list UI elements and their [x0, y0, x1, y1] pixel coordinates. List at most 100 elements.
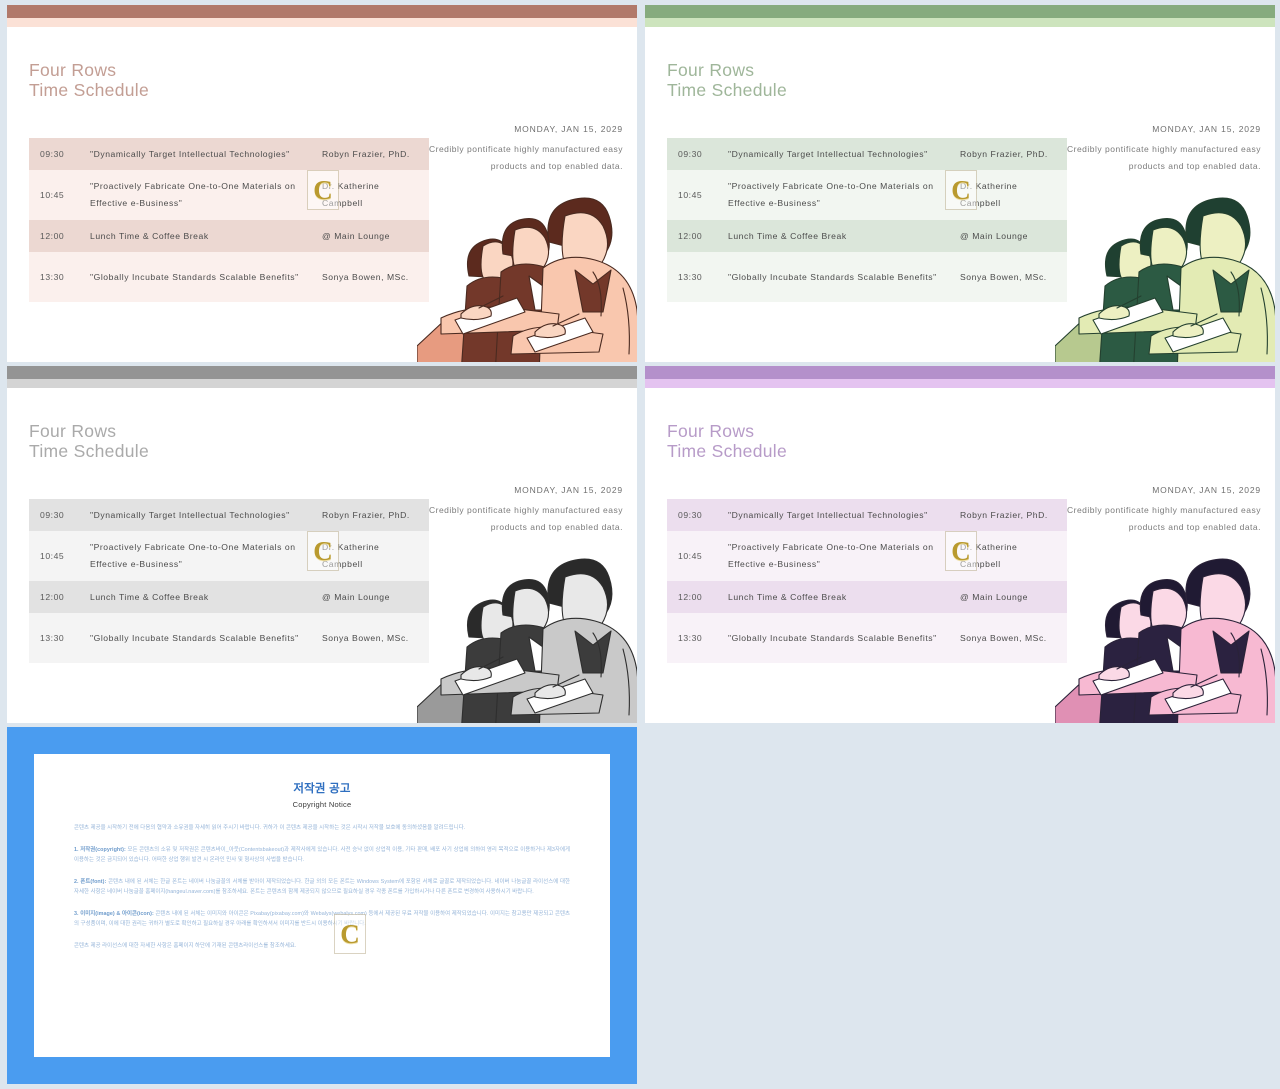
schedule-cell-who: Sonya Bowen, MSc. — [960, 632, 1047, 643]
schedule-cell-topic: Lunch Time & Coffee Break — [728, 591, 847, 602]
schedule-cell-topic: "Proactively Fabricate One-to-One Materi… — [90, 181, 296, 208]
schedule-row: 10:45 "Proactively Fabricate One-to-One M… — [667, 170, 1067, 220]
schedule-cell-time: 12:00 — [40, 591, 65, 602]
slide-thumbnail-copyright[interactable]: 저작권 공고 Copyright Notice 콘텐츠 제공을 시작하기 전에 … — [7, 727, 637, 1084]
schedule-row: 09:30 "Dynamically Target Intellectual Te… — [667, 138, 1067, 170]
schedule-cell-who: Dr. Katherine Campbell — [322, 181, 380, 208]
schedule-cell-topic: "Globally Incubate Standards Scalable Be… — [728, 632, 937, 643]
slide-thumbnail-gray[interactable]: Four Rows Time Schedule 09:30 "Dynamicall… — [7, 366, 637, 723]
copyright-footer: 콘텐츠 제공 라이선스에 대한 자세한 사항은 홈페이지 하단에 기재된 콘텐츠… — [74, 942, 297, 949]
copyright-section: 3. 이미지(image) & 아이콘(icon): 콘텐츠 내에 된 서체는 … — [74, 910, 570, 928]
schedule-meta: MONDAY, JAN 15, 2029 Credibly pontificat… — [1061, 482, 1261, 536]
slide-thumbnail-purple[interactable]: Four Rows Time Schedule 09:30 "Dynamicall… — [645, 366, 1275, 723]
schedule-cell-time: 10:45 — [40, 189, 65, 200]
schedule-cell-time: 13:30 — [678, 632, 703, 643]
schedule-row: 12:00 Lunch Time & Coffee Break @ Main Lou… — [667, 581, 1067, 613]
schedule-table: 09:30 "Dynamically Target Intellectual Te… — [29, 499, 429, 663]
schedule-cell-who: Robyn Frazier, PhD. — [960, 509, 1048, 520]
copyright-intro: 콘텐츠 제공을 시작하기 전에 다음의 협약과 소유권을 자세히 읽어 주시기 … — [74, 825, 466, 831]
schedule-cell-time: 12:00 — [40, 230, 65, 241]
schedule-meta: MONDAY, JAN 15, 2029 Credibly pontificat… — [423, 121, 623, 175]
slide-accent-bar-dark — [7, 366, 637, 379]
slide-thumbnail-green[interactable]: Four Rows Time Schedule 09:30 "Dynamicall… — [645, 5, 1275, 362]
schedule-cell-topic: "Dynamically Target Intellectual Technol… — [728, 509, 928, 520]
schedule-cell-time: 09:30 — [678, 509, 703, 520]
schedule-row: 09:30 "Dynamically Target Intellectual Te… — [667, 499, 1067, 531]
schedule-cell-time: 10:45 — [40, 550, 65, 561]
schedule-table: 09:30 "Dynamically Target Intellectual Te… — [667, 138, 1067, 302]
schedule-row: 09:30 "Dynamically Target Intellectual Te… — [29, 138, 429, 170]
schedule-cell-topic: "Proactively Fabricate One-to-One Materi… — [728, 181, 934, 208]
schedule-cell-time: 13:30 — [40, 632, 65, 643]
schedule-cell-who: @ Main Lounge — [322, 230, 390, 241]
slide-title: Four Rows Time Schedule — [29, 421, 149, 461]
copyright-heading-ko: 저작권 공고 — [293, 783, 351, 795]
schedule-row: 13:30 "Globally Incubate Standards Scalab… — [29, 252, 429, 302]
copyright-section-label: 1. 저작권(copyright): — [74, 846, 126, 853]
audience-illustration — [417, 529, 637, 723]
schedule-cell-who: @ Main Lounge — [960, 591, 1028, 602]
schedule-cell-topic: "Globally Incubate Standards Scalable Be… — [728, 271, 937, 282]
schedule-cell-who: Robyn Frazier, PhD. — [322, 509, 410, 520]
slide-accent-bar-dark — [645, 366, 1275, 379]
schedule-cell-who: Sonya Bowen, MSc. — [960, 271, 1047, 282]
audience-illustration — [1055, 529, 1275, 723]
schedule-meta: MONDAY, JAN 15, 2029 Credibly pontificat… — [423, 482, 623, 536]
schedule-cell-who: @ Main Lounge — [322, 591, 390, 602]
schedule-row: 13:30 "Globally Incubate Standards Scalab… — [667, 252, 1067, 302]
copyright-section-label: 3. 이미지(image) & 아이콘(icon): — [74, 910, 154, 917]
schedule-row: 10:45 "Proactively Fabricate One-to-One M… — [29, 531, 429, 581]
audience-illustration — [1055, 168, 1275, 362]
schedule-cell-topic: Lunch Time & Coffee Break — [90, 230, 209, 241]
schedule-cell-who: Sonya Bowen, MSc. — [322, 632, 409, 643]
schedule-table: 09:30 "Dynamically Target Intellectual Te… — [667, 499, 1067, 663]
slide-accent-bar-light — [7, 379, 637, 388]
slide-title: Four Rows Time Schedule — [667, 421, 787, 461]
schedule-cell-topic: "Dynamically Target Intellectual Technol… — [90, 148, 290, 159]
schedule-cell-time: 13:30 — [678, 271, 703, 282]
schedule-cell-who: Sonya Bowen, MSc. — [322, 271, 409, 282]
copyright-section: 2. 폰트(font): 콘텐츠 내에 된 서체는 한글 폰트는 네이버 나눔글… — [74, 878, 571, 896]
schedule-cell-who: Dr. Katherine Campbell — [322, 542, 380, 569]
schedule-row: 13:30 "Globally Incubate Standards Scalab… — [667, 613, 1067, 663]
schedule-date: MONDAY, JAN 15, 2029 — [1152, 485, 1261, 495]
schedule-table: 09:30 "Dynamically Target Intellectual Te… — [29, 138, 429, 302]
slide-accent-bar-light — [645, 18, 1275, 27]
schedule-row: 12:00 Lunch Time & Coffee Break @ Main Lou… — [667, 220, 1067, 252]
slide-thumbnail-brown[interactable]: Four Rows Time Schedule 09:30 "Dynamicall… — [7, 5, 637, 362]
schedule-cell-time: 09:30 — [40, 509, 65, 520]
schedule-date: MONDAY, JAN 15, 2029 — [1152, 124, 1261, 134]
slide-title: Four Rows Time Schedule — [29, 60, 149, 100]
schedule-cell-time: 12:00 — [678, 230, 703, 241]
schedule-meta: MONDAY, JAN 15, 2029 Credibly pontificat… — [1061, 121, 1261, 175]
copyright-heading-en: Copyright Notice — [292, 800, 352, 809]
schedule-date: MONDAY, JAN 15, 2029 — [514, 485, 623, 495]
schedule-cell-topic: "Proactively Fabricate One-to-One Materi… — [90, 542, 296, 569]
schedule-row: 10:45 "Proactively Fabricate One-to-One M… — [667, 531, 1067, 581]
schedule-row: 12:00 Lunch Time & Coffee Break @ Main Lou… — [29, 581, 429, 613]
slide-accent-bar-light — [7, 18, 637, 27]
schedule-cell-topic: "Globally Incubate Standards Scalable Be… — [90, 632, 299, 643]
copyright-section: 1. 저작권(copyright): 모든 콘텐츠의 소유 및 저작권은 콘텐츠… — [74, 846, 570, 864]
schedule-cell-time: 12:00 — [678, 591, 703, 602]
schedule-cell-time: 09:30 — [40, 148, 65, 159]
schedule-cell-who: Dr. Katherine Campbell — [960, 181, 1018, 208]
schedule-cell-topic: "Globally Incubate Standards Scalable Be… — [90, 271, 299, 282]
schedule-cell-who: @ Main Lounge — [960, 230, 1028, 241]
audience-illustration — [417, 168, 637, 362]
copyright-document: 저작권 공고 Copyright Notice 콘텐츠 제공을 시작하기 전에 … — [34, 754, 610, 1057]
schedule-cell-time: 13:30 — [40, 271, 65, 282]
slide-title: Four Rows Time Schedule — [667, 60, 787, 100]
slide-deck-canvas: Four Rows Time Schedule 09:30 "Dynamicall… — [0, 0, 1280, 1089]
schedule-row: 13:30 "Globally Incubate Standards Scalab… — [29, 613, 429, 663]
schedule-row: 12:00 Lunch Time & Coffee Break @ Main Lou… — [29, 220, 429, 252]
schedule-cell-time: 10:45 — [678, 550, 703, 561]
schedule-cell-time: 09:30 — [678, 148, 703, 159]
slide-accent-bar-dark — [645, 5, 1275, 18]
slide-accent-bar-dark — [7, 5, 637, 18]
schedule-cell-topic: Lunch Time & Coffee Break — [90, 591, 209, 602]
schedule-row: 10:45 "Proactively Fabricate One-to-One M… — [29, 170, 429, 220]
schedule-cell-who: Robyn Frazier, PhD. — [322, 148, 410, 159]
schedule-row: 09:30 "Dynamically Target Intellectual Te… — [29, 499, 429, 531]
slide-accent-bar-light — [645, 379, 1275, 388]
